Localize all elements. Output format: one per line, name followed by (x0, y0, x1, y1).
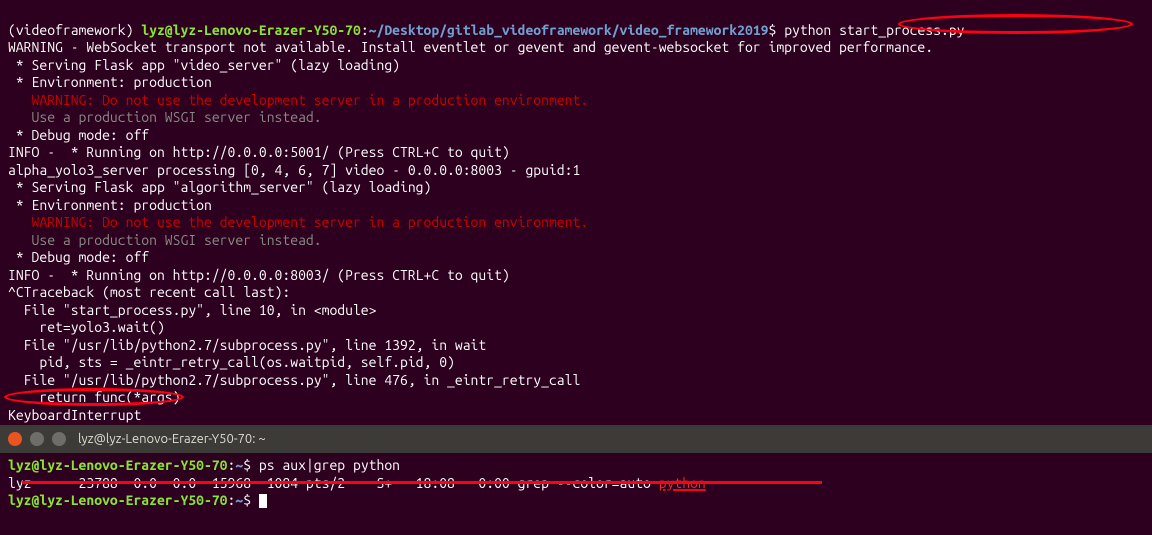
output-line: * Environment: production (8, 74, 1144, 92)
output-line: Use a production WSGI server instead. (8, 232, 1144, 250)
output-warning-line: WARNING: Do not use the development serv… (8, 214, 1144, 232)
output-line: * Serving Flask app "video_server" (lazy… (8, 57, 1144, 75)
output-line: pid, sts = _eintr_retry_call(os.waitpid,… (8, 354, 1144, 372)
window-title: lyz@lyz-Lenovo-Erazer-Y50-70: ~ (78, 431, 266, 447)
top-partial-line (8, 4, 1144, 22)
prompt-line-b2: lyz@lyz-Lenovo-Erazer-Y50-70:~$ (8, 492, 1144, 510)
output-line: INFO - * Running on http://0.0.0.0:5001/… (8, 144, 1144, 162)
window-controls (8, 432, 66, 446)
title-bar[interactable]: lyz@lyz-Lenovo-Erazer-Y50-70: ~ (0, 425, 1152, 453)
output-line: * Debug mode: off (8, 249, 1144, 267)
output-line: * Serving Flask app "algorithm_server" (… (8, 179, 1144, 197)
output-line: return func(*args) (8, 389, 1144, 407)
top-terminal[interactable]: (videoframework) lyz@lyz-Lenovo-Erazer-Y… (0, 0, 1152, 425)
output-line: KeyboardInterrupt (8, 407, 1144, 425)
cursor (259, 494, 267, 508)
maximize-button[interactable] (52, 432, 66, 446)
output-line: WARNING - WebSocket transport not availa… (8, 39, 1144, 57)
output-line: Use a production WSGI server instead. (8, 109, 1144, 127)
bottom-window: lyz@lyz-Lenovo-Erazer-Y50-70: ~ lyz@lyz-… (0, 425, 1152, 535)
output-line: ret=yolo3.wait() (8, 319, 1144, 337)
output-line: File "/usr/lib/python2.7/subprocess.py",… (8, 372, 1144, 390)
output-line: * Environment: production (8, 197, 1144, 215)
bottom-terminal[interactable]: lyz@lyz-Lenovo-Erazer-Y50-70:~$ ps aux|g… (0, 453, 1152, 535)
close-button[interactable] (8, 432, 22, 446)
output-warning-line: WARNING: Do not use the development serv… (8, 92, 1144, 110)
output-line: alpha_yolo3_server processing [0, 4, 6, … (8, 162, 1144, 180)
output-line: INFO - * Running on http://0.0.0.0:8003/… (8, 267, 1144, 285)
minimize-button[interactable] (30, 432, 44, 446)
output-line: ^CTraceback (most recent call last): (8, 284, 1144, 302)
prompt-line-1: (videoframework) lyz@lyz-Lenovo-Erazer-Y… (8, 22, 1144, 40)
ps-output-line: lyz 23788 0.0 0.0 15968 1084 pts/2 S+ 18… (8, 475, 1144, 493)
output-line: File "start_process.py", line 10, in <mo… (8, 302, 1144, 320)
output-line: File "/usr/lib/python2.7/subprocess.py",… (8, 337, 1144, 355)
prompt-line-b1: lyz@lyz-Lenovo-Erazer-Y50-70:~$ ps aux|g… (8, 457, 1144, 475)
output-line: * Debug mode: off (8, 127, 1144, 145)
